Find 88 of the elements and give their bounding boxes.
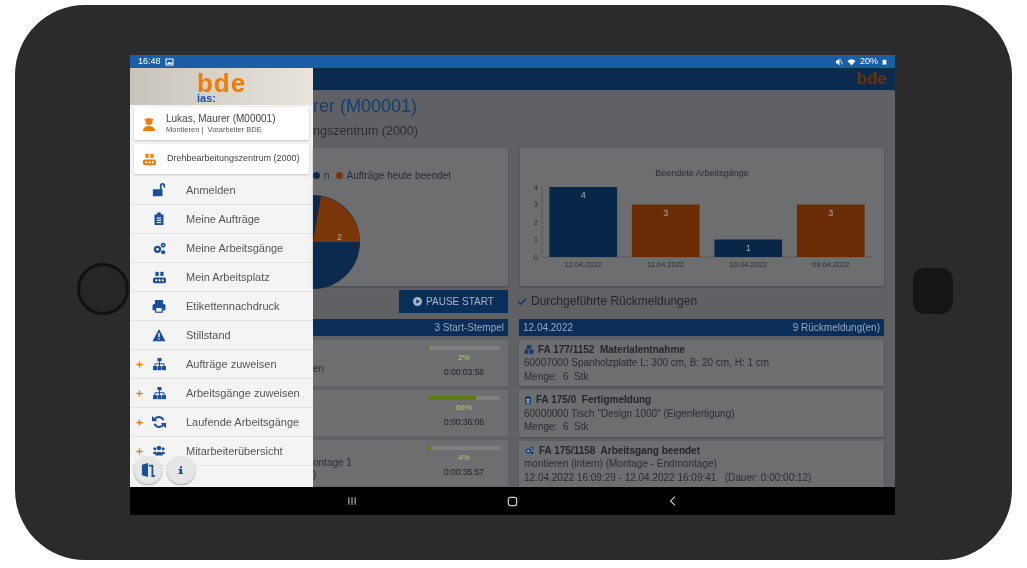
bar [549,186,618,257]
elapsed-time: 0:00:03:56 [443,366,485,379]
progress-percent: 2% [458,352,470,365]
info-icon [177,463,185,477]
battery-icon [882,57,887,66]
workplace-name: Drehbearbeitungszentrum (2000) [167,152,300,166]
bar [631,204,700,257]
home-button-icon [77,263,129,315]
stamp-text: ontage 1 [313,456,352,469]
gears-icon [151,241,167,255]
hierarchy-icon [151,386,167,400]
gears-icon [524,445,535,455]
menu-label: Anmelden [186,182,236,198]
section-heading: Durchgeführte Rückmeldungen [531,293,698,310]
check-icon [517,296,527,306]
bar-value-label: 4 [580,189,586,200]
people-icon [151,445,167,457]
legend-label: n [324,168,330,183]
menu-label: Stillstand [186,327,231,343]
feedback-date: 12.04.2022 [523,320,574,335]
boxes-icon [524,344,534,354]
menu-item[interactable]: Etikettennachdruck [130,292,313,321]
menu-label: Laufende Arbeitsgänge [186,414,300,430]
image-icon [164,57,174,66]
entry-detail: 60000000 Tisch "Design 1000" (Eigenfertigung) [524,406,736,420]
feedback-count: 9 Rückmeldung(en) [792,320,880,335]
bar-value-label: 1 [745,242,751,252]
menu-label: Mein Arbeitsplatz [186,269,270,285]
play-icon [413,296,423,306]
clipboard-icon [153,212,165,226]
stamp-count: 3 Start-Stempel [434,320,504,335]
menu-item[interactable]: Mein Arbeitsplatz [130,263,313,292]
home-icon[interactable] [507,495,518,507]
bar-value-label: 3 [828,207,834,217]
entry-detail: Menge: 6 Stk [524,369,590,383]
app-logo: bde [856,70,887,89]
chart-title: Beendete Arbeitsgänge [655,167,749,178]
menu-item[interactable]: Meine Aufträge [130,205,313,234]
menu-label: Meine Aufträge [186,211,260,227]
logo-subtext: ias: [197,92,216,104]
menu-item[interactable]: Anmelden [130,176,313,205]
info-button[interactable] [167,456,195,484]
pause-start-button[interactable]: PAUSE START [399,289,508,313]
entry-detail: Menge: 6 Stk [524,420,590,434]
elapsed-time: 0:00:36:06 [443,416,485,429]
bar [714,239,783,257]
wifi-icon [847,57,856,66]
menu-label: Meine Arbeitsgänge [186,240,284,256]
hierarchy-icon [151,357,167,371]
entry-detail: montieren (intern) (Montage - Endmontage) [524,457,718,471]
bar-value-label: 3 [663,207,669,217]
menu-item[interactable]: Laufende Arbeitsgänge [130,408,313,437]
page-title: rer (M00001) [313,96,419,118]
progress-percent: 4% [458,452,470,465]
mute-icon [835,57,843,66]
refresh-icon [152,415,166,429]
clock-text: 16:48 [138,55,161,68]
logout-button[interactable] [134,456,162,484]
menu-item[interactable]: Aufträge zuweisen [130,350,313,379]
door-icon [141,463,155,477]
warning-icon [152,328,166,342]
unlock-icon [152,183,166,197]
conveyor-icon [151,270,167,284]
slice-label: 2 [337,230,342,244]
clipboard-icon [524,394,532,405]
back-icon[interactable] [668,496,678,506]
menu-label: Mitarbeiterübersicht [186,443,283,459]
recent-apps-icon[interactable] [347,496,357,506]
legend-label: Aufträge heute beendet [346,168,452,183]
workplace-card[interactable]: Drehbearbeitungszentrum (2000) [134,144,309,174]
entry-title: FA 175/1158 Arbeitsgang beendet [539,443,700,457]
entry-detail: 12.04.2022 16:09:29 - 12.04.2022 16:09:41 (Dauer: 0:00:00:12) [524,470,813,484]
menu-label: Etikettennachdruck [186,298,280,314]
worker-icon [142,115,156,132]
stamp-text: en [313,362,325,375]
progress-percent: 66% [456,402,472,415]
stamp-text: ) [313,468,318,481]
menu-label: Arbeitsgänge zuweisen [186,385,300,401]
entry-title: FA 175/0 Fertigmeldung [536,393,652,407]
user-name: Lukas, Maurer (M00001) [166,112,276,126]
menu-label: Aufträge zuweisen [186,356,277,372]
bar [796,204,865,257]
printer-icon [152,299,166,313]
battery-text: 20% [860,55,878,68]
entry-title: FA 177/1152 Materialentnahme [538,342,685,356]
menu-item[interactable]: Arbeitsgänge zuweisen [130,379,313,408]
elapsed-time: 0:00:35:57 [443,466,485,479]
conveyor-icon [142,152,157,166]
